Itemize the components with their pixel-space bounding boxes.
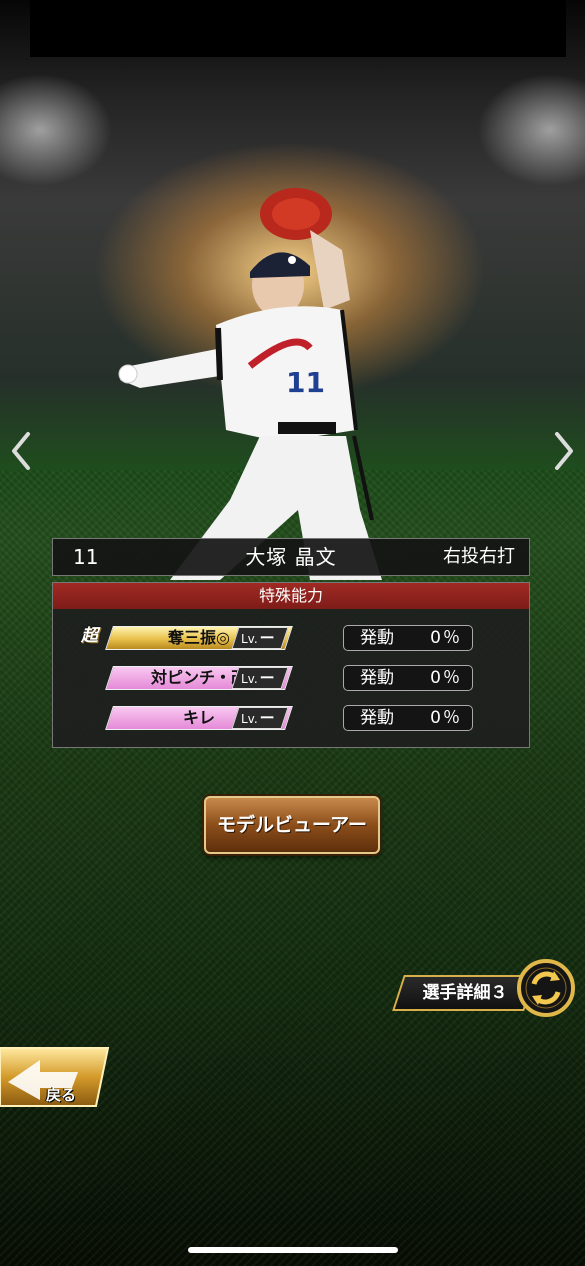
home-indicator[interactable] — [188, 1247, 398, 1253]
ability-row[interactable]: 対ピンチ・改 Lv. ー 発動 0％ — [53, 663, 529, 693]
top-bar — [30, 0, 566, 57]
swap-icon[interactable] — [516, 958, 576, 1018]
super-rank-icon: 超 — [81, 626, 98, 646]
chevron-right-icon — [555, 432, 573, 470]
abilities-header: 特殊能力 — [53, 583, 529, 609]
prev-player-button[interactable] — [4, 428, 38, 474]
back-label[interactable]: 戻る — [46, 1084, 76, 1105]
activation-rate: 発動 0％ — [343, 705, 473, 731]
chevron-left-icon — [12, 432, 30, 470]
activation-rate: 発動 0％ — [343, 625, 473, 651]
player-handedness: 右投右打 — [443, 546, 515, 567]
ability-level: Lv. ー — [241, 669, 275, 687]
ability-level: Lv. ー — [241, 709, 275, 727]
model-viewer-button[interactable]: モデルビューアー — [204, 796, 380, 854]
jersey-number: 11 — [286, 366, 325, 399]
activation-rate: 発動 0％ — [343, 665, 473, 691]
ability-row[interactable]: 奪三振◎ 超 Lv. ー 発動 0％ — [53, 623, 529, 653]
ability-level: Lv. ー — [241, 629, 275, 647]
ability-row[interactable]: キレ Lv. ー 発動 0％ — [53, 703, 529, 733]
special-abilities-panel: 特殊能力 奪三振◎ 超 Lv. ー 発動 0％ 対ピンチ・改 Lv. ー 発動 0％… — [52, 582, 530, 748]
player-name-bar: 11 大塚 晶文 右投右打 — [52, 538, 530, 576]
player-image: 11 — [118, 188, 382, 580]
player-detail-button[interactable]: 選手詳細３ — [400, 975, 530, 1011]
next-player-button[interactable] — [547, 428, 581, 474]
